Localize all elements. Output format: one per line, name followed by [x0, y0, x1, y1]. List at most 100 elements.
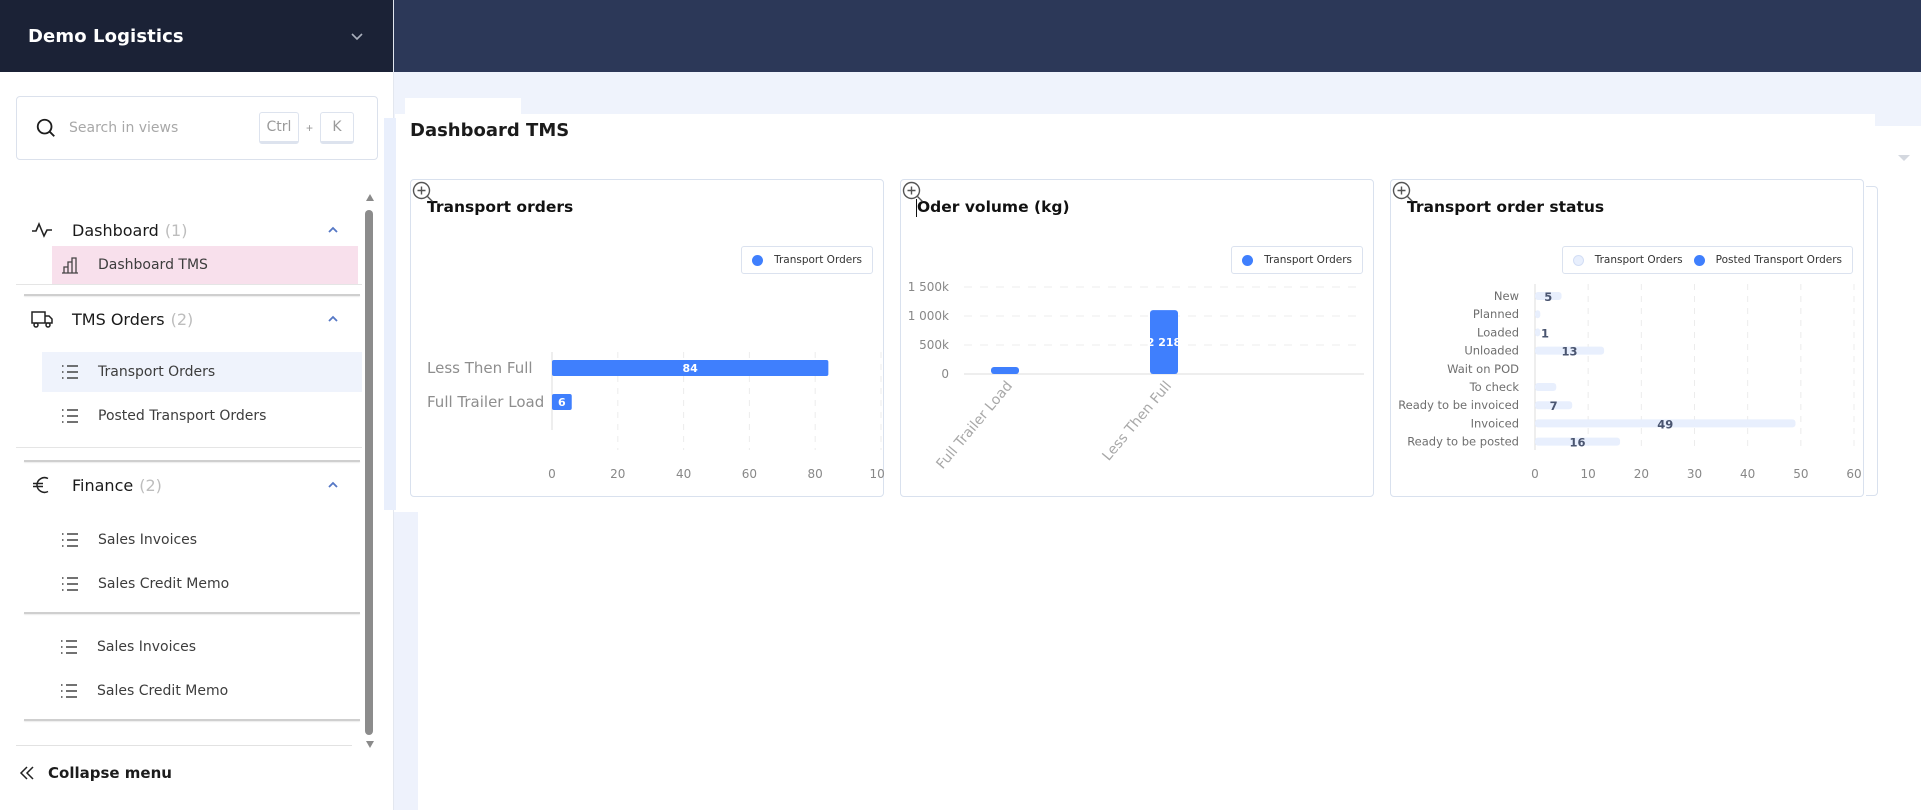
x-tick-label: 60: [1846, 467, 1861, 481]
truck-icon: [31, 311, 53, 328]
x-tick-label: Less Then Full: [1099, 378, 1175, 464]
sidebar-nav: Dashboard (1) Dashboard TMS TMS Orders (…: [0, 192, 394, 752]
scroll-up-arrow-icon[interactable]: [366, 194, 374, 201]
x-tick-label: 80: [808, 467, 823, 481]
sidebar-item-transport-orders[interactable]: Transport Orders: [42, 352, 362, 392]
y-tick-label: Less Then Full: [427, 359, 533, 377]
x-tick-label: 20: [610, 467, 625, 481]
shortcut-plus: +: [306, 121, 314, 135]
divider: [16, 447, 362, 448]
x-tick-label: 0: [1531, 467, 1539, 481]
sidebar-scrollbar[interactable]: [364, 192, 376, 752]
chart-order-volume: 0 500k 1 000k 1 500k Full Trailer Load 2 218 L…: [908, 280, 1364, 472]
workspace-name: Demo Logistics: [28, 25, 184, 47]
x-tick-label: 10: [1581, 467, 1596, 481]
caret-down-icon[interactable]: [1898, 155, 1910, 161]
sidebar-item-sales-credit-memo[interactable]: Sales Credit Memo: [42, 564, 362, 604]
y-tick-label: Loaded: [1477, 325, 1519, 339]
nav-group-finance[interactable]: Finance (2): [30, 470, 340, 500]
y-tick-label: Unloaded: [1464, 344, 1519, 358]
nav-group-label: TMS Orders: [72, 309, 165, 329]
bar: [1535, 310, 1541, 319]
data-label: 1: [1541, 326, 1549, 340]
nav-group-tms-orders[interactable]: TMS Orders (2): [30, 304, 340, 334]
sidebar-item-label: Sales Credit Memo: [97, 683, 229, 699]
data-label: 5: [1544, 290, 1552, 304]
data-label: 6: [558, 396, 566, 409]
nav-group-count: (2): [139, 475, 162, 495]
x-tick-label: 50: [1793, 467, 1808, 481]
app-root: Demo Logistics Ctrl + K Dashboard (1) Da…: [0, 0, 1921, 810]
x-tick-label: 30: [1687, 467, 1702, 481]
x-tick-label: Full Trailer Load: [933, 378, 1016, 472]
bar-chart-icon: [62, 257, 78, 274]
bar: [991, 367, 1019, 374]
chevron-down-icon: [351, 33, 363, 41]
y-tick-label: Wait on POD: [1447, 362, 1519, 376]
y-tick-label: Invoiced: [1471, 416, 1519, 430]
sidebar-item-label: Sales Invoices: [98, 532, 198, 548]
x-tick-label: 20: [1634, 467, 1649, 481]
divider: [24, 294, 360, 296]
scrollbar-thumb[interactable]: [365, 210, 373, 735]
sidebar-item-label: Posted Transport Orders: [98, 408, 267, 424]
sidebar-item-label: Sales Invoices: [97, 639, 197, 655]
list-icon: [61, 684, 77, 698]
scroll-down-arrow-icon[interactable]: [366, 741, 374, 748]
nav-group-label: Dashboard: [72, 220, 159, 240]
x-tick-label: 0: [548, 467, 556, 481]
y-tick-label: Full Trailer Load: [427, 393, 544, 411]
chart-card-order-volume: Oder volume (kg) Transport Orders 0 500k 1…: [900, 179, 1374, 497]
activity-icon: [32, 221, 52, 238]
panel-edge: [384, 118, 396, 510]
x-tick-label: 60: [742, 467, 757, 481]
x-tick-label: 40: [1740, 467, 1755, 481]
shortcut-key-ctrl: Ctrl: [259, 112, 299, 144]
x-tick-label: 100: [870, 467, 885, 481]
divider: [24, 460, 360, 462]
nav-group-label: Finance: [72, 475, 134, 495]
chevron-up-icon[interactable]: [326, 223, 340, 237]
y-tick-label: Ready to be posted: [1407, 435, 1519, 449]
chart-transport-orders: 0 20 40 60 80 100 Less Then Full 84 Full Trailer…: [427, 352, 885, 481]
sidebar-item-label: Sales Credit Memo: [98, 576, 230, 592]
divider: [16, 745, 352, 746]
y-tick-label: 1 500k: [908, 280, 949, 294]
data-label: 7: [1550, 399, 1558, 413]
divider: [24, 612, 360, 614]
sidebar-item-label: Transport Orders: [98, 364, 216, 380]
sidebar-item-dashboard-tms[interactable]: Dashboard TMS: [52, 246, 358, 284]
chevron-up-icon[interactable]: [326, 312, 340, 326]
bar: [1535, 328, 1541, 337]
list-icon: [62, 365, 78, 379]
y-tick-label: 500k: [919, 338, 949, 352]
sidebar-item-sales-credit-memo[interactable]: Sales Credit Memo: [41, 671, 361, 711]
search-input[interactable]: [69, 120, 259, 136]
list-icon: [62, 577, 78, 591]
list-icon: [62, 533, 78, 547]
euro-icon: [33, 476, 49, 494]
sidebar-item-sales-invoices[interactable]: Sales Invoices: [41, 627, 361, 667]
divider: [16, 284, 362, 285]
workspace-switcher[interactable]: Demo Logistics: [0, 0, 393, 72]
divider: [24, 719, 360, 721]
sidebar: Demo Logistics Ctrl + K Dashboard (1) Da…: [0, 0, 394, 810]
y-tick-label: Ready to be invoiced: [1398, 398, 1519, 412]
nav-group-count: (1): [164, 220, 188, 240]
nav-group-dashboard[interactable]: Dashboard (1): [30, 215, 340, 245]
sidebar-item-posted-transport-orders[interactable]: Posted Transport Orders: [42, 396, 362, 436]
chart-card-transport-orders: Transport orders Transport Orders 0 20 40 6…: [410, 179, 885, 497]
x-tick-label: 40: [676, 467, 691, 481]
chart-card-order-status: Transport order status Transport Orders …: [1390, 179, 1864, 497]
data-label: 84: [683, 362, 699, 375]
sidebar-item-label: Dashboard TMS: [98, 257, 208, 273]
chevron-up-icon[interactable]: [326, 478, 340, 492]
search-box[interactable]: Ctrl + K: [16, 96, 378, 160]
sidebar-item-sales-invoices[interactable]: Sales Invoices: [42, 520, 362, 560]
collapse-menu-label: Collapse menu: [48, 764, 172, 782]
collapse-menu-button[interactable]: Collapse menu: [18, 764, 172, 782]
y-tick-label: To check: [1469, 380, 1520, 394]
panel-edge: [394, 512, 418, 810]
y-tick-label: 1 000k: [908, 309, 949, 323]
data-label: 49: [1657, 417, 1673, 431]
